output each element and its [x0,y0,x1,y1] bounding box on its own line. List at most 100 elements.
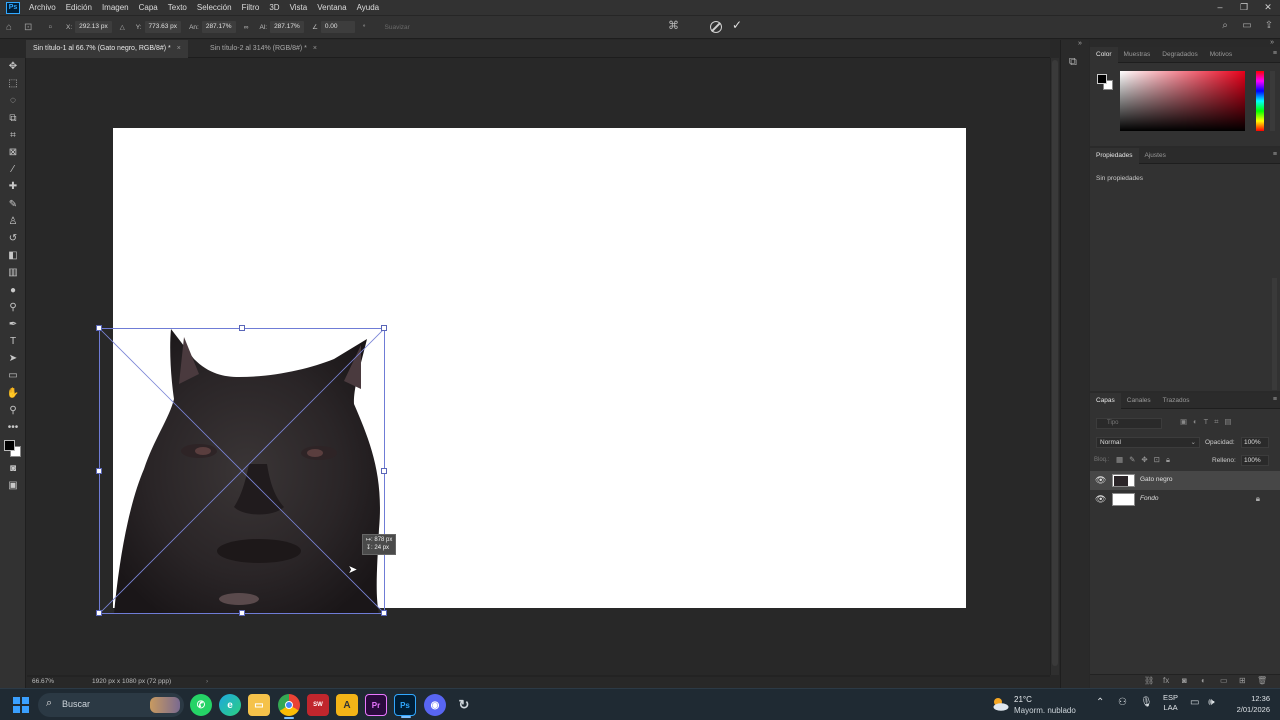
opacity-field[interactable]: 100% [1241,437,1269,448]
cancel-transform-button[interactable] [710,21,722,33]
network-volume-icons[interactable]: ▭ 🕪︎ [1190,697,1215,708]
quick-mask-icon[interactable]: ◙ [0,460,26,477]
menu-vista[interactable]: Vista [285,0,313,15]
taskbar-clock[interactable]: 12:36 2/01/2026 [1228,693,1270,715]
menu-texto[interactable]: Texto [163,0,192,15]
y-field[interactable]: 773.63 px [144,21,182,33]
layer-row-fondo[interactable]: 👁︎ Fondo 🔒︎ [1090,490,1280,509]
frame-tool-icon[interactable]: ⊠ [0,144,26,161]
add-mask-icon[interactable]: ◙ [1182,676,1187,685]
angle-field[interactable]: 0.00 [320,21,355,33]
lasso-tool-icon[interactable]: ◌ [0,92,26,109]
transform-handle-top-left[interactable] [96,325,102,331]
discord-icon[interactable]: ◉ [424,694,446,716]
layer-style-icon[interactable]: fx [1163,676,1169,685]
layer-row-gato-negro[interactable]: 👁︎ Gato negro [1090,471,1280,490]
healing-brush-tool-icon[interactable]: ✚ [0,178,26,195]
fill-field[interactable]: 100% [1241,455,1269,466]
menu-3d[interactable]: 3D [264,0,284,15]
transform-handle-left[interactable] [96,468,102,474]
properties-scrollbar[interactable] [1272,278,1277,390]
gradient-tool-icon[interactable]: ▥ [0,264,26,281]
hand-tool-icon[interactable]: ✋ [0,385,26,402]
home-icon[interactable]: ⌂ [6,22,12,33]
tab-ajustes[interactable]: Ajustes [1139,148,1172,164]
more-tools-icon[interactable]: ••• [0,419,26,436]
menu-imagen[interactable]: Imagen [97,0,134,15]
hue-slider[interactable] [1256,71,1264,131]
minimize-icon[interactable]: – [1208,0,1232,15]
network-icon[interactable]: ▭ [1190,697,1199,708]
collapse-dock-icon[interactable]: » [1270,39,1274,46]
type-tool-icon[interactable]: T [0,333,26,350]
color-swatches[interactable] [0,436,26,460]
input-language[interactable]: ESP LAA [1163,693,1178,713]
gamepad-icon[interactable]: ⚇ [1118,697,1127,708]
menu-edicion[interactable]: Edición [61,0,97,15]
whatsapp-icon[interactable]: ✆ [190,694,212,716]
zoom-level[interactable]: 66.67% [32,678,54,685]
pen-tool-icon[interactable]: ✒ [0,316,26,333]
link-icon[interactable]: ∞ [244,24,249,31]
dodge-tool-icon[interactable]: ⚲ [0,299,26,316]
transform-handle-top[interactable] [239,325,245,331]
adjustment-layer-icon[interactable]: ◐ [1201,676,1206,685]
tab-propiedades[interactable]: Propiedades [1090,147,1139,164]
close-icon[interactable]: × [313,45,317,52]
canvas-area[interactable]: ↦: 878 px ↧: 24 px ➤ [27,58,1050,675]
menu-capa[interactable]: Capa [134,0,163,15]
free-transform-box[interactable] [96,325,387,616]
tab-capas[interactable]: Capas [1090,392,1121,409]
color-picker-field[interactable] [1120,71,1245,131]
premiere-icon[interactable]: Pr [365,694,387,716]
collapse-panels-icon[interactable]: » [1078,40,1082,47]
zoom-tool-icon[interactable]: ⚲ [0,402,26,419]
delete-layer-icon[interactable]: 🗑︎ [1257,676,1267,685]
eye-visibility-icon[interactable]: 👁︎ [1095,494,1106,505]
refresh-app-icon[interactable]: ↻ [453,694,475,716]
move-tool-icon[interactable]: ✥ [0,58,26,75]
menu-archivo[interactable]: Archivo [24,0,61,15]
transform-handle-top-right[interactable] [381,325,387,331]
height-field[interactable]: 287.17% [270,21,305,33]
tab-trazados[interactable]: Trazados [1157,393,1196,409]
restore-icon[interactable]: ❐ [1232,0,1256,15]
menu-seleccion[interactable]: Selección [192,0,237,15]
link-layers-icon[interactable]: ⛓ [1144,676,1154,685]
clone-stamp-tool-icon[interactable]: ♙ [0,213,26,230]
file-explorer-icon[interactable]: ▭ [248,694,270,716]
menu-ayuda[interactable]: Ayuda [352,0,385,15]
tab-document-1[interactable]: Sin título-1 al 66.7% (Gato negro, RGB/8… [26,40,188,58]
transform-tool-icon[interactable]: ⊡ [24,22,32,33]
object-select-tool-icon[interactable]: ⧉ [0,110,26,127]
search-icon[interactable]: ⌕ [1214,20,1236,31]
history-brush-tool-icon[interactable]: ↺ [0,230,26,247]
vertical-scrollbar[interactable] [1050,58,1059,675]
transform-handle-bottom-right[interactable] [381,610,387,616]
blur-tool-icon[interactable]: ● [0,281,26,298]
workspace-icon[interactable]: ▭ [1236,20,1258,31]
new-group-icon[interactable]: ▭ [1220,676,1228,685]
taskbar-search[interactable]: ⌕ Buscar [38,693,184,717]
crop-tool-icon[interactable]: ⌗ [0,127,26,144]
layer-filter-icons[interactable]: ▣◐T⌗▤ [1180,417,1238,427]
x-field[interactable]: 292.13 px [75,21,112,33]
eraser-tool-icon[interactable]: ◧ [0,247,26,264]
panel-menu-icon[interactable]: ≡ [1273,396,1277,403]
brush-tool-icon[interactable]: ✎ [0,196,26,213]
tab-muestras[interactable]: Muestras [1118,47,1157,63]
transform-handle-right[interactable] [381,468,387,474]
rectangle-tool-icon[interactable]: ▭ [0,367,26,384]
status-menu-chevron-icon[interactable]: › [206,678,208,685]
solidworks-icon[interactable]: SW [307,694,329,716]
commit-transform-button[interactable]: ✓ [732,18,742,32]
eye-visibility-icon[interactable]: 👁︎ [1095,475,1106,486]
eyedropper-tool-icon[interactable]: ⁄ [0,161,26,178]
foreground-color-swatch[interactable] [4,440,15,452]
tab-document-2[interactable]: Sin título-2 al 314% (RGB/8#) * × [203,40,324,58]
menu-filtro[interactable]: Filtro [237,0,265,15]
width-field[interactable]: 287.17% [201,21,236,33]
tab-canales[interactable]: Canales [1121,393,1157,409]
scrollbar-thumb[interactable] [1052,60,1058,666]
history-panel-icon[interactable]: ⧉ [1069,56,1077,69]
